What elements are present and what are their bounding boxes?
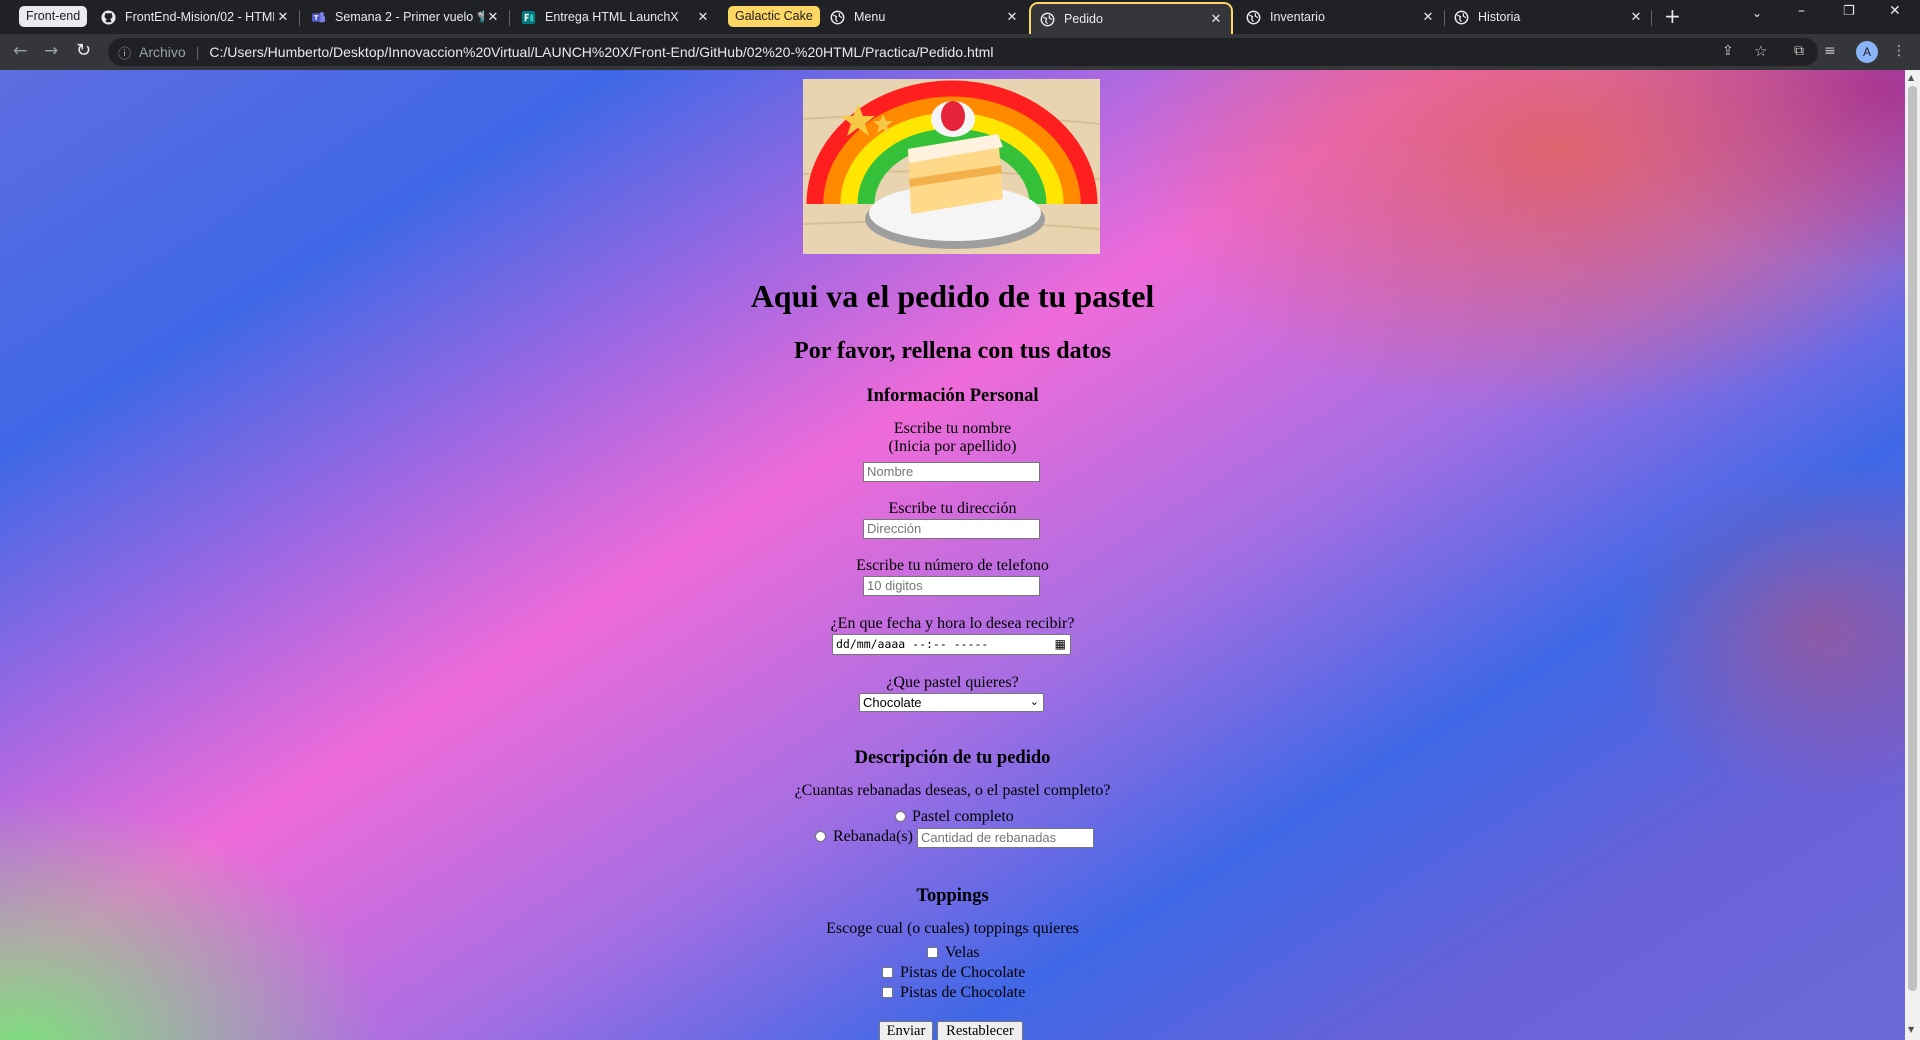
page-subtitle: Por favor, rellena con tus datos: [794, 338, 1111, 364]
close-icon[interactable]: ✕: [484, 9, 502, 25]
globe-icon: [1453, 9, 1469, 25]
tab-label: Semana 2 - Primer vuelo 🛸: [335, 9, 484, 24]
close-window-icon[interactable]: ✕: [1889, 3, 1901, 19]
globe-icon: [1245, 9, 1261, 25]
submit-button[interactable]: Enviar: [879, 1021, 933, 1040]
url-text[interactable]: C:/Users/Humberto/Desktop/Innovaccion%20…: [209, 44, 993, 60]
avatar[interactable]: A: [1856, 41, 1878, 63]
tab-pedido[interactable]: Pedido ✕: [1029, 2, 1233, 34]
whole-cake-label: Pastel completo: [912, 808, 1014, 825]
tab-strip: Front-end FrontEnd-Mision/02 - HTML ✕ Se…: [0, 0, 1920, 34]
address-input[interactable]: Dirección: [863, 519, 1040, 539]
minimize-icon[interactable]: –: [1798, 3, 1805, 19]
name-input[interactable]: Nombre: [863, 462, 1040, 482]
name-hint: (Inicia por apellido): [888, 438, 1017, 455]
slices-question: ¿Cuantas rebanadas deseas, o el pastel c…: [794, 782, 1111, 799]
slices-quantity-input[interactable]: Cantidad de rebanadas: [917, 828, 1094, 848]
scroll-up-icon[interactable]: ▲: [1908, 73, 1914, 82]
restore-icon[interactable]: ❐: [1843, 4, 1855, 19]
order-description-heading: Descripción de tu pedido: [854, 748, 1051, 768]
tab-search-icon[interactable]: ⌄: [1752, 6, 1762, 20]
tab-separator: [299, 10, 300, 26]
chevron-down-icon: ⌄: [1029, 696, 1039, 708]
reload-icon[interactable]: ↻: [76, 40, 91, 61]
phone-input[interactable]: 10 digitos: [863, 576, 1040, 596]
share-icon[interactable]: ⇪: [1722, 43, 1734, 59]
datetime-label: ¿En que fecha y hora lo desea recibir?: [830, 615, 1075, 632]
cake-flavor-select[interactable]: Chocolate ⌄: [859, 693, 1044, 712]
tab-separator: [1651, 10, 1652, 26]
address-label: Escribe tu dirección: [888, 500, 1017, 517]
forward-icon[interactable]: →: [44, 41, 58, 61]
tab-label: Historia: [1478, 10, 1521, 24]
radio-whole-cake[interactable]: [895, 811, 906, 822]
cake-logo-image: [803, 79, 1100, 254]
new-tab-icon[interactable]: +: [1664, 4, 1681, 28]
scroll-thumb[interactable]: [1908, 86, 1917, 991]
info-icon[interactable]: ⓘ: [118, 43, 131, 62]
tab-teams[interactable]: Semana 2 - Primer vuelo 🛸 ✕: [310, 2, 502, 32]
address-bar[interactable]: ⓘ Archivo | C:/Users/Humberto/Desktop/In…: [108, 38, 1818, 66]
cake-flavor-selected: Chocolate: [863, 695, 922, 710]
tab-group-frontend[interactable]: Front-end: [19, 6, 88, 27]
tab-separator: [1444, 10, 1445, 26]
toppings-heading: Toppings: [916, 886, 989, 906]
globe-icon: [829, 9, 845, 25]
reset-button[interactable]: Restablecer: [937, 1021, 1023, 1040]
page-viewport: Aqui va el pedido de tu pastel Por favor…: [0, 70, 1905, 1040]
tab-separator: [509, 10, 510, 26]
tab-group-galactic-cake[interactable]: Galactic Cake: [728, 6, 820, 27]
bookmark-star-icon[interactable]: ☆: [1754, 42, 1767, 60]
tab-historia[interactable]: Historia ✕: [1453, 2, 1645, 32]
scheme-label: Archivo: [139, 44, 186, 60]
close-icon[interactable]: ✕: [1003, 9, 1021, 25]
close-icon[interactable]: ✕: [1627, 9, 1645, 25]
checkbox-chocolate-1[interactable]: [882, 967, 893, 978]
phone-label: Escribe tu número de telefono: [856, 557, 1049, 574]
radio-slices[interactable]: [815, 831, 826, 842]
close-icon[interactable]: ✕: [274, 9, 292, 25]
slices-label: Rebanada(s): [833, 828, 913, 845]
personal-info-heading: Información Personal: [866, 386, 1039, 406]
close-icon[interactable]: ✕: [694, 9, 712, 25]
tab-label: Entrega HTML LaunchX: [545, 10, 679, 24]
cake-select-label: ¿Que pastel quieres?: [886, 674, 1019, 691]
tab-inventario[interactable]: Inventario ✕: [1245, 2, 1437, 32]
close-icon[interactable]: ✕: [1419, 9, 1437, 25]
checkbox-velas[interactable]: [927, 947, 938, 958]
calendar-icon[interactable]: ▦: [1055, 636, 1066, 652]
page-title: Aqui va el pedido de tu pastel: [750, 278, 1155, 314]
globe-icon: [1039, 11, 1055, 27]
tab-forms[interactable]: Entrega HTML LaunchX ✕: [520, 2, 712, 32]
github-icon: [100, 9, 116, 25]
tab-menu[interactable]: Menu ✕: [829, 2, 1021, 32]
forms-icon: [520, 9, 536, 25]
topping-label: Pistas de Chocolate: [900, 984, 1026, 1001]
tab-label: Pedido: [1064, 12, 1103, 26]
menu-kebab-icon[interactable]: ⋮: [1892, 43, 1906, 59]
reading-list-icon[interactable]: ≡: [1824, 43, 1836, 59]
divider: |: [195, 44, 200, 60]
tab-label: Inventario: [1270, 10, 1325, 24]
datetime-input[interactable]: dd/mm/aaaa --:-- ----- ▦: [832, 634, 1071, 655]
extensions-icon[interactable]: ⧉: [1794, 43, 1804, 59]
back-icon[interactable]: ←: [13, 41, 27, 61]
scrollbar[interactable]: ▲ ▼: [1905, 70, 1920, 1040]
topping-label: Velas: [945, 944, 980, 961]
teams-icon: [310, 9, 326, 25]
name-label: Escribe tu nombre: [893, 420, 1012, 437]
tab-label: Menu: [854, 10, 886, 24]
scroll-down-icon[interactable]: ▼: [1908, 1025, 1914, 1034]
topping-label: Pistas de Chocolate: [900, 964, 1026, 981]
browser-toolbar: ← → ↻ ⓘ Archivo | C:/Users/Humberto/Desk…: [0, 34, 1920, 70]
tab-github[interactable]: FrontEnd-Mision/02 - HTML ✕: [100, 2, 292, 32]
datetime-value: dd/mm/aaaa --:-- -----: [836, 637, 989, 651]
checkbox-chocolate-2[interactable]: [882, 987, 893, 998]
tab-label: FrontEnd-Mision/02 - HTML: [125, 10, 274, 24]
close-icon[interactable]: ✕: [1207, 11, 1225, 27]
toppings-question: Escoge cual (o cuales) toppings quieres: [826, 920, 1079, 937]
